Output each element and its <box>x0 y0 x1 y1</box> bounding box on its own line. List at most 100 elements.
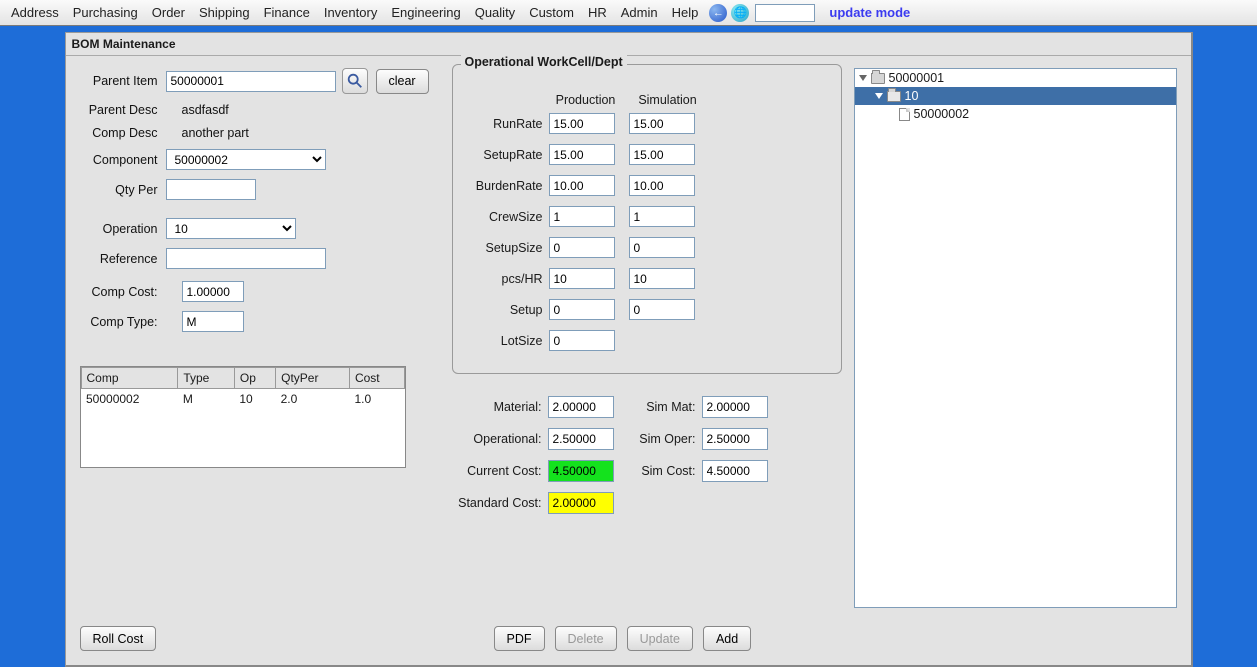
pcshr-sim[interactable] <box>629 268 695 289</box>
expand-icon <box>859 75 867 81</box>
bom-maintenance-panel: BOM Maintenance Parent Item clear Parent… <box>65 32 1193 667</box>
add-button[interactable]: Add <box>703 626 751 651</box>
menu-hr[interactable]: HR <box>581 1 614 24</box>
globe-icon[interactable]: 🌐 <box>731 4 749 22</box>
menu-shipping[interactable]: Shipping <box>192 1 257 24</box>
standard-cost-label: Standard Cost: <box>452 496 542 510</box>
component-label: Component <box>80 153 158 167</box>
tree-root[interactable]: 50000001 <box>855 69 1176 87</box>
setupsize-sim[interactable] <box>629 237 695 258</box>
menubar-search-input[interactable] <box>755 4 815 22</box>
table-row[interactable]: 50000002 M 10 2.0 1.0 <box>81 389 404 410</box>
sim-oper-label: Sim Oper: <box>632 432 696 446</box>
menu-quality[interactable]: Quality <box>468 1 522 24</box>
workcell-fieldset: Operational WorkCell/Dept Production Sim… <box>452 64 842 374</box>
sim-cost-label: Sim Cost: <box>632 464 696 478</box>
pdf-button[interactable]: PDF <box>494 626 545 651</box>
current-cost-value[interactable] <box>548 460 614 482</box>
qty-per-input[interactable] <box>166 179 256 200</box>
runrate-label: RunRate <box>465 117 543 131</box>
setup-prod[interactable] <box>549 299 615 320</box>
crewsize-sim[interactable] <box>629 206 695 227</box>
pcshr-prod[interactable] <box>549 268 615 289</box>
comp-type-label: Comp Type: <box>80 315 158 329</box>
roll-cost-button[interactable]: Roll Cost <box>80 626 157 651</box>
burdenrate-prod[interactable] <box>549 175 615 196</box>
folder-open-icon <box>887 91 901 102</box>
sim-mat-label: Sim Mat: <box>632 400 696 414</box>
sim-oper-value[interactable] <box>702 428 768 450</box>
parent-item-input[interactable] <box>166 71 336 92</box>
comp-type-input[interactable] <box>182 311 244 332</box>
reference-input[interactable] <box>166 248 326 269</box>
tree-component[interactable]: 50000002 <box>855 105 1176 123</box>
parent-desc-value: asdfasdf <box>180 103 229 117</box>
lookup-button[interactable] <box>342 68 368 94</box>
back-icon[interactable]: ← <box>709 4 727 22</box>
comp-cost-label: Comp Cost: <box>80 285 158 299</box>
menu-help[interactable]: Help <box>665 1 706 24</box>
menu-engineering[interactable]: Engineering <box>384 1 467 24</box>
menubar: Address Purchasing Order Shipping Financ… <box>0 0 1257 26</box>
sim-mat-value[interactable] <box>702 396 768 418</box>
burdenrate-label: BurdenRate <box>465 179 543 193</box>
menu-purchasing[interactable]: Purchasing <box>66 1 145 24</box>
th-type: Type <box>178 368 235 389</box>
operational-value[interactable] <box>548 428 614 450</box>
update-button[interactable]: Update <box>627 626 693 651</box>
magnifier-icon <box>346 72 364 90</box>
folder-icon <box>871 73 885 84</box>
setuprate-sim[interactable] <box>629 144 695 165</box>
component-table: Comp Type Op QtyPer Cost 50000002 M 10 <box>80 366 406 468</box>
comp-desc-label: Comp Desc <box>80 126 158 140</box>
menu-admin[interactable]: Admin <box>614 1 665 24</box>
crewsize-prod[interactable] <box>549 206 615 227</box>
menu-custom[interactable]: Custom <box>522 1 581 24</box>
runrate-prod[interactable] <box>549 113 615 134</box>
col-production: Production <box>549 93 623 107</box>
tree-root-label: 50000001 <box>889 71 945 85</box>
burdenrate-sim[interactable] <box>629 175 695 196</box>
clear-button[interactable]: clear <box>376 69 429 94</box>
pcshr-label: pcs/HR <box>465 272 543 286</box>
cell-type: M <box>178 389 235 410</box>
sim-cost-value[interactable] <box>702 460 768 482</box>
workcell-legend: Operational WorkCell/Dept <box>461 55 627 69</box>
th-qtyper: QtyPer <box>276 368 350 389</box>
lotsize-label: LotSize <box>465 334 543 348</box>
setuprate-prod[interactable] <box>549 144 615 165</box>
tree-operation[interactable]: 10 <box>855 87 1176 105</box>
operation-select[interactable]: 10 <box>166 218 296 239</box>
reference-label: Reference <box>80 252 158 266</box>
comp-cost-input[interactable] <box>182 281 244 302</box>
mode-label: update mode <box>829 5 910 20</box>
expand-icon <box>875 93 883 99</box>
tree-operation-label: 10 <box>905 89 919 103</box>
menu-order[interactable]: Order <box>145 1 192 24</box>
cell-qtyper: 2.0 <box>276 389 350 410</box>
crewsize-label: CrewSize <box>465 210 543 224</box>
standard-cost-value[interactable] <box>548 492 614 514</box>
cell-op: 10 <box>234 389 275 410</box>
runrate-sim[interactable] <box>629 113 695 134</box>
operation-label: Operation <box>80 222 158 236</box>
operational-label: Operational: <box>452 432 542 446</box>
menu-inventory[interactable]: Inventory <box>317 1 384 24</box>
material-label: Material: <box>452 400 542 414</box>
delete-button[interactable]: Delete <box>555 626 617 651</box>
comp-desc-value: another part <box>180 126 249 140</box>
setup-label: Setup <box>465 303 543 317</box>
menu-address[interactable]: Address <box>4 1 66 24</box>
material-value[interactable] <box>548 396 614 418</box>
component-select[interactable]: 50000002 <box>166 149 326 170</box>
cell-cost: 1.0 <box>349 389 404 410</box>
th-op: Op <box>234 368 275 389</box>
menu-finance[interactable]: Finance <box>257 1 317 24</box>
setup-sim[interactable] <box>629 299 695 320</box>
setupsize-prod[interactable] <box>549 237 615 258</box>
document-icon <box>899 108 910 121</box>
tree-component-label: 50000002 <box>914 107 970 121</box>
lotsize-prod[interactable] <box>549 330 615 351</box>
th-comp: Comp <box>81 368 178 389</box>
th-cost: Cost <box>349 368 404 389</box>
